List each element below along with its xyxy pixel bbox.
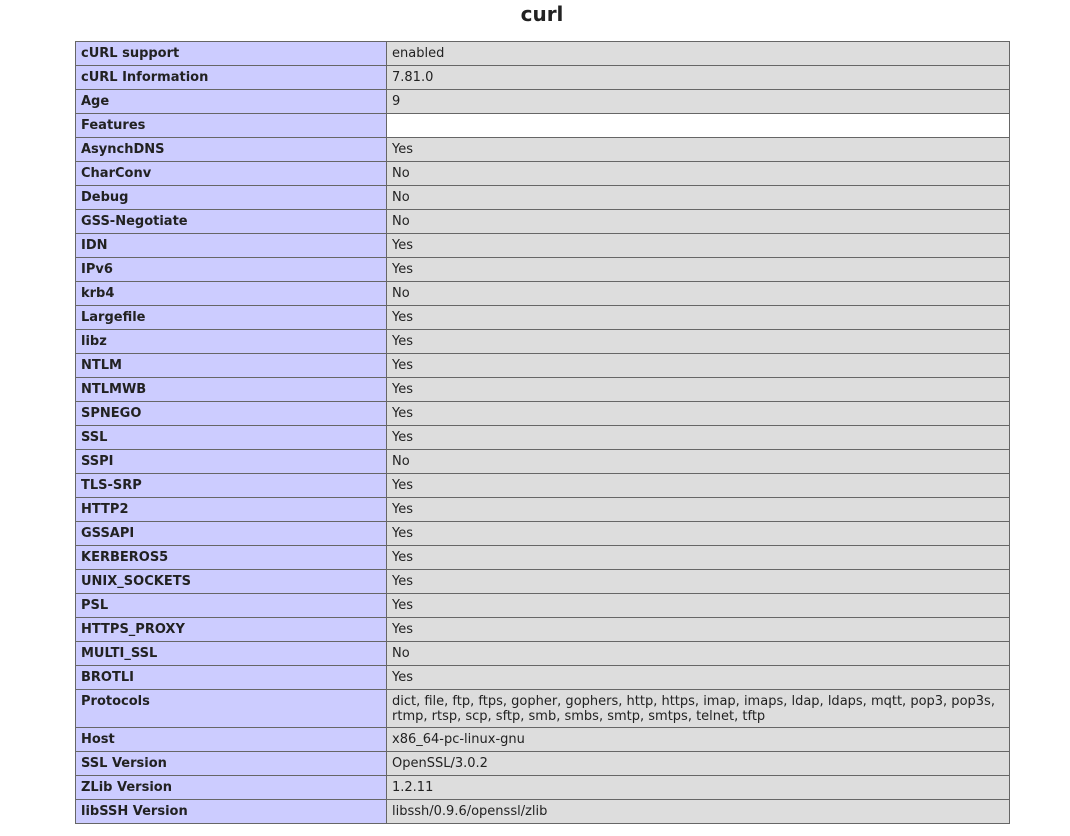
row-key: IDN (75, 233, 387, 258)
row-value: Yes (386, 305, 1010, 330)
row-key: Largefile (75, 305, 387, 330)
row-value: No (386, 209, 1010, 234)
row-value: Yes (386, 617, 1010, 642)
row-value: Yes (386, 545, 1010, 570)
row-value: Yes (386, 137, 1010, 162)
row-value: No (386, 161, 1010, 186)
table-row: krb4 No (75, 281, 1010, 306)
row-value: Yes (386, 665, 1010, 690)
table-row: UNIX_SOCKETS Yes (75, 569, 1010, 594)
row-key: libz (75, 329, 387, 354)
table-row: BROTLI Yes (75, 665, 1010, 690)
row-value: OpenSSL/3.0.2 (386, 751, 1010, 776)
row-key: libSSH Version (75, 799, 387, 824)
table-row: Protocols dict, file, ftp, ftps, gopher, … (75, 689, 1010, 728)
row-value: Yes (386, 257, 1010, 282)
row-value: No (386, 449, 1010, 474)
row-key: cURL Information (75, 65, 387, 90)
table-row: CharConv No (75, 161, 1010, 186)
row-key: GSSAPI (75, 521, 387, 546)
row-value: Yes (386, 521, 1010, 546)
row-key: NTLM (75, 353, 387, 378)
row-key: cURL support (75, 41, 387, 66)
row-value: dict, file, ftp, ftps, gopher, gophers, … (386, 689, 1010, 728)
table-row: HTTPS_PROXY Yes (75, 617, 1010, 642)
table-row: cURL Information 7.81.0 (75, 65, 1010, 90)
row-value: 9 (386, 89, 1010, 114)
row-value: Yes (386, 233, 1010, 258)
row-key: IPv6 (75, 257, 387, 282)
row-key: KERBEROS5 (75, 545, 387, 570)
row-key: Features (75, 113, 387, 138)
row-key: krb4 (75, 281, 387, 306)
row-value: No (386, 185, 1010, 210)
table-row: SSL Version OpenSSL/3.0.2 (75, 751, 1010, 776)
row-value: 1.2.11 (386, 775, 1010, 800)
row-value: Yes (386, 329, 1010, 354)
row-key: HTTPS_PROXY (75, 617, 387, 642)
row-key: SSL (75, 425, 387, 450)
row-key: HTTP2 (75, 497, 387, 522)
table-row: cURL support enabled (75, 41, 1010, 66)
table-row: Debug No (75, 185, 1010, 210)
table-row: SSPI No (75, 449, 1010, 474)
row-key: UNIX_SOCKETS (75, 569, 387, 594)
row-key: PSL (75, 593, 387, 618)
row-value: 7.81.0 (386, 65, 1010, 90)
table-row: HTTP2 Yes (75, 497, 1010, 522)
row-value: No (386, 641, 1010, 666)
table-row: PSL Yes (75, 593, 1010, 618)
row-value: No (386, 281, 1010, 306)
row-value: Yes (386, 401, 1010, 426)
row-key: Debug (75, 185, 387, 210)
row-value: libssh/0.9.6/openssl/zlib (386, 799, 1010, 824)
row-value: Yes (386, 377, 1010, 402)
row-value: enabled (386, 41, 1010, 66)
table-row: Features (75, 113, 1010, 138)
row-value: Yes (386, 425, 1010, 450)
row-key: ZLib Version (75, 775, 387, 800)
row-value: Yes (386, 497, 1010, 522)
table-row: IPv6 Yes (75, 257, 1010, 282)
row-value: Yes (386, 473, 1010, 498)
row-key: SPNEGO (75, 401, 387, 426)
table-row: Largefile Yes (75, 305, 1010, 330)
row-value: Yes (386, 569, 1010, 594)
row-key: Protocols (75, 689, 387, 728)
row-value (386, 113, 1010, 138)
table-row: GSS-Negotiate No (75, 209, 1010, 234)
row-key: BROTLI (75, 665, 387, 690)
table-row: SPNEGO Yes (75, 401, 1010, 426)
table-row: SSL Yes (75, 425, 1010, 450)
row-key: TLS-SRP (75, 473, 387, 498)
table-row: libSSH Version libssh/0.9.6/openssl/zlib (75, 799, 1010, 824)
table-row: IDN Yes (75, 233, 1010, 258)
section-title: curl (520, 2, 564, 26)
row-key: MULTI_SSL (75, 641, 387, 666)
table-row: MULTI_SSL No (75, 641, 1010, 666)
info-table-body: cURL support enabled cURL Information 7.81.… (75, 41, 1010, 824)
table-row: AsynchDNS Yes (75, 137, 1010, 162)
table-row: ZLib Version 1.2.11 (75, 775, 1010, 800)
table-row: KERBEROS5 Yes (75, 545, 1010, 570)
row-key: Host (75, 727, 387, 752)
table-row: Age 9 (75, 89, 1010, 114)
table-row: NTLMWB Yes (75, 377, 1010, 402)
row-key: GSS-Negotiate (75, 209, 387, 234)
table-row: Host x86_64-pc-linux-gnu (75, 727, 1010, 752)
row-key: SSL Version (75, 751, 387, 776)
table-row: TLS-SRP Yes (75, 473, 1010, 498)
curl-info-table: cURL support enabled cURL Information 7.81.… (75, 41, 1010, 824)
table-row: NTLM Yes (75, 353, 1010, 378)
row-value: x86_64-pc-linux-gnu (386, 727, 1010, 752)
row-value: Yes (386, 593, 1010, 618)
row-value: Yes (386, 353, 1010, 378)
row-key: NTLMWB (75, 377, 387, 402)
row-key: CharConv (75, 161, 387, 186)
row-key: AsynchDNS (75, 137, 387, 162)
row-key: Age (75, 89, 387, 114)
row-key: SSPI (75, 449, 387, 474)
table-row: libz Yes (75, 329, 1010, 354)
table-row: GSSAPI Yes (75, 521, 1010, 546)
